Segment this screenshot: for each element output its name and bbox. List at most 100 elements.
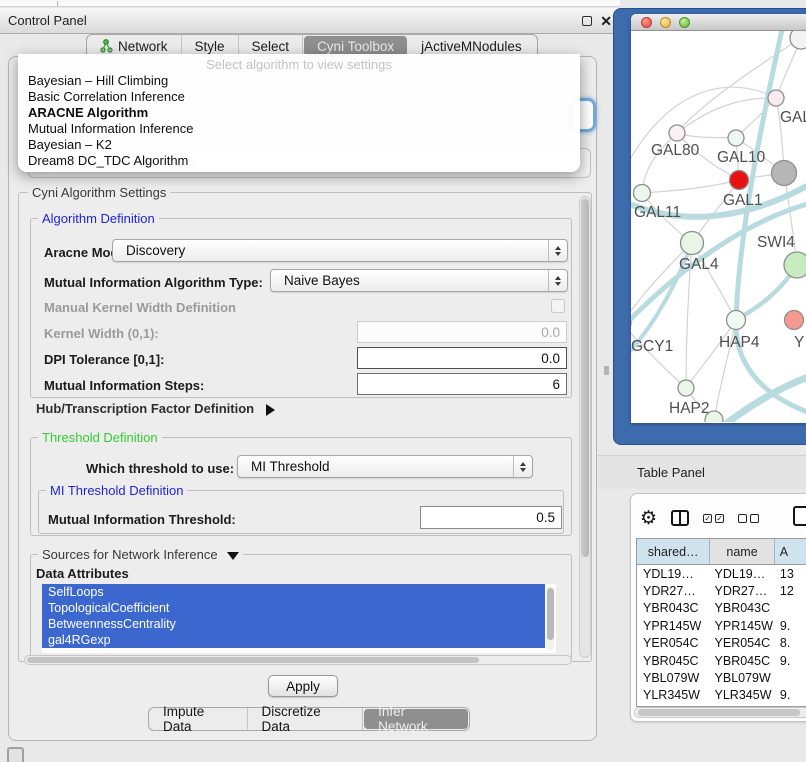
dpi-tolerance-value: 0.0 bbox=[541, 351, 566, 366]
table-header-row: shared… name A bbox=[637, 539, 806, 565]
scrollbar-thumb[interactable] bbox=[638, 709, 800, 716]
network-node-gal80[interactable] bbox=[669, 125, 685, 141]
mi-threshold-input[interactable]: 0.5 bbox=[420, 506, 562, 529]
settings-horizontal-scrollbar[interactable] bbox=[24, 655, 572, 665]
table-cell: YDL19… bbox=[711, 567, 775, 581]
select-all-columns-icon[interactable]: ✓✓ bbox=[703, 514, 724, 523]
data-attributes-label: Data Attributes bbox=[36, 566, 129, 581]
table-row[interactable]: YPR145WYPR145W9. bbox=[637, 617, 806, 634]
data-attribute-item[interactable]: TopologicalCoefficient bbox=[42, 600, 545, 616]
minimized-panel-icon[interactable] bbox=[7, 747, 24, 762]
network-edge[interactable] bbox=[784, 173, 797, 265]
sources-group-title[interactable]: Sources for Network Inference bbox=[38, 547, 243, 562]
which-threshold-combobox[interactable]: MI Threshold bbox=[237, 455, 533, 478]
network-node-gal4[interactable] bbox=[681, 232, 704, 255]
network-edge[interactable] bbox=[677, 133, 736, 138]
deselect-all-columns-icon[interactable] bbox=[738, 514, 759, 523]
combo-spinner-icon[interactable] bbox=[548, 270, 567, 291]
mi-algorithm-type-label: Mutual Information Algorithm Type: bbox=[44, 275, 263, 290]
scrollbar-thumb[interactable] bbox=[27, 657, 479, 663]
split-view-icon[interactable] bbox=[671, 510, 689, 526]
table-row[interactable]: YBL079WYBL079W bbox=[637, 669, 806, 686]
algorithm-option[interactable]: Basic Correlation Inference bbox=[18, 89, 580, 105]
table-row[interactable]: YER054CYER054C8. bbox=[637, 635, 806, 652]
table-horizontal-scrollbar[interactable] bbox=[634, 707, 806, 718]
column-header-partial[interactable]: A bbox=[775, 539, 806, 564]
minimize-traffic-light-icon[interactable] bbox=[660, 17, 671, 28]
algorithm-definition-title: Algorithm Definition bbox=[38, 211, 159, 226]
network-node-swi4[interactable] bbox=[784, 252, 806, 278]
table-cell: 13 bbox=[775, 567, 806, 581]
network-window: GALGAL80GAL10GAL1GAL11GAL4SWI4HAP4YGCY1H… bbox=[631, 14, 806, 423]
data-attribute-item[interactable]: BetweennessCentrality bbox=[42, 616, 545, 632]
float-panel-icon[interactable] bbox=[582, 16, 592, 26]
settings-gear-icon[interactable]: ⚙ bbox=[640, 509, 657, 528]
tab-discretize-data[interactable]: Discretize Data bbox=[248, 708, 364, 730]
table-row[interactable]: YDR27…YDR27…12 bbox=[637, 582, 806, 599]
table-cell: YBR043C bbox=[637, 601, 711, 615]
settings-vertical-scrollbar[interactable] bbox=[579, 196, 591, 658]
zoom-traffic-light-icon[interactable] bbox=[679, 17, 690, 28]
network-edge[interactable] bbox=[631, 323, 686, 388]
algorithm-option[interactable]: Mutual Information Inference bbox=[18, 121, 580, 137]
mi-steps-input[interactable]: 6 bbox=[357, 373, 567, 395]
tab-network-label: Network bbox=[118, 39, 168, 54]
network-node[interactable] bbox=[772, 161, 797, 186]
scrollbar-thumb[interactable] bbox=[547, 588, 554, 640]
mi-algorithm-type-combobox[interactable]: Naive Bayes bbox=[270, 269, 568, 292]
combo-spinner-icon[interactable] bbox=[513, 456, 532, 477]
expand-arrow-icon bbox=[266, 404, 275, 416]
column-header-name[interactable]: name bbox=[710, 539, 774, 564]
table-row[interactable]: YBR045CYBR045C9. bbox=[637, 652, 806, 669]
manual-kernel-width-checkbox[interactable] bbox=[551, 299, 565, 313]
algorithm-option[interactable]: Bayesian – K2 bbox=[18, 137, 580, 153]
network-node-label: HAP2 bbox=[669, 400, 710, 417]
data-attribute-item[interactable]: SelfLoops bbox=[42, 584, 545, 600]
algorithm-option[interactable]: Bayesian – Hill Climbing bbox=[18, 73, 580, 89]
network-node-gal1[interactable] bbox=[730, 171, 749, 190]
panel-splitter-grip[interactable] bbox=[604, 366, 609, 375]
network-canvas[interactable]: GALGAL80GAL10GAL1GAL11GAL4SWI4HAP4YGCY1H… bbox=[631, 31, 806, 422]
network-node-hap2[interactable] bbox=[678, 380, 694, 396]
page-icon[interactable] bbox=[793, 506, 806, 526]
tab-infer-network[interactable]: Infer Network bbox=[364, 709, 468, 729]
combo-spinner-icon[interactable] bbox=[548, 240, 567, 261]
algorithm-option[interactable]: Dream8 DC_TDC Algorithm bbox=[18, 153, 580, 169]
network-node-gal11[interactable] bbox=[634, 185, 651, 202]
network-node-y[interactable] bbox=[785, 311, 804, 330]
column-header-shared-name[interactable]: shared… bbox=[637, 539, 710, 564]
attributes-list-scrollbar[interactable] bbox=[546, 586, 554, 650]
tab-cyni-toolbox[interactable]: Cyni Toolbox bbox=[304, 36, 407, 56]
tab-impute-data[interactable]: Impute Data bbox=[149, 708, 248, 730]
network-node-hap4[interactable] bbox=[727, 311, 746, 330]
network-tree-icon bbox=[100, 39, 113, 53]
network-node-label: GAL1 bbox=[723, 192, 763, 209]
table-cell: 9. bbox=[775, 619, 806, 633]
tab-discretize-data-label: Discretize Data bbox=[262, 704, 349, 734]
network-edge-highlighted[interactable] bbox=[727, 373, 806, 422]
algorithm-option[interactable]: ARACNE Algorithm bbox=[18, 105, 580, 121]
network-edge[interactable] bbox=[692, 243, 736, 320]
network-node-gal[interactable] bbox=[768, 90, 784, 106]
table-body: YDL19…YDL19…13YDR27…YDR27…12YBR043CYBR04… bbox=[637, 565, 806, 707]
table-row[interactable]: YBR043CYBR043C bbox=[637, 600, 806, 617]
network-node-gal10[interactable] bbox=[728, 130, 744, 146]
close-traffic-light-icon[interactable] bbox=[641, 17, 652, 28]
table-row[interactable]: YDL19…YDL19…13 bbox=[637, 565, 806, 582]
close-icon[interactable]: ✕ bbox=[600, 16, 612, 26]
dpi-tolerance-input[interactable]: 0.0 bbox=[357, 347, 567, 369]
tab-style-label: Style bbox=[195, 39, 225, 54]
table-cell: YBR045C bbox=[711, 654, 775, 668]
data-attribute-item[interactable]: gal4RGexp bbox=[42, 632, 545, 648]
hub-definition-toggle[interactable]: Hub/Transcription Factor Definition bbox=[36, 401, 275, 416]
apply-button[interactable]: Apply bbox=[268, 675, 338, 697]
top-strip-divider bbox=[57, 1, 58, 6]
network-node[interactable] bbox=[790, 31, 806, 49]
mi-threshold-label: Mutual Information Threshold: bbox=[48, 512, 236, 527]
table-cell: YER054C bbox=[711, 636, 775, 650]
kernel-width-input[interactable]: 0.0 bbox=[357, 321, 567, 343]
scrollbar-thumb[interactable] bbox=[581, 199, 589, 557]
aracne-mode-combobox[interactable]: Discovery bbox=[112, 239, 568, 262]
table-cell: YDR27… bbox=[637, 584, 711, 598]
table-row[interactable]: YLR345WYLR345W9. bbox=[637, 687, 806, 704]
